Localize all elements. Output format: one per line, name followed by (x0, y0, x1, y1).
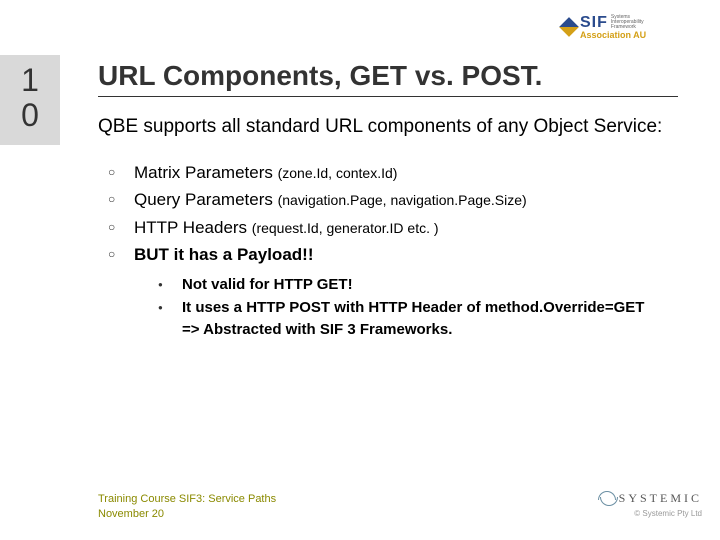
bullet-list: Matrix Parameters (zone.Id, contex.Id) Q… (108, 160, 688, 268)
slide-content: URL Components, GET vs. POST. QBE suppor… (98, 60, 688, 343)
systemic-logo-text: SYSTEMIC (619, 491, 702, 506)
slide-number-bottom: 0 (0, 98, 60, 133)
logo-sif-text: SIF (580, 15, 608, 31)
sif-logo: SIF Systems Interoperability Framework A… (562, 10, 702, 44)
systemic-logo: SYSTEMIC © Systemic Pty Ltd (598, 489, 702, 518)
title-rule (98, 96, 678, 97)
list-item: HTTP Headers (request.Id, generator.ID e… (108, 215, 688, 241)
copyright-text: © Systemic Pty Ltd (598, 509, 702, 518)
logo-association-text: Association AU (580, 31, 646, 40)
list-item: It uses a HTTP POST with HTTP Header of … (158, 297, 688, 341)
systemic-mark-icon (598, 489, 616, 507)
slide-number-top: 1 (0, 63, 60, 98)
slide-title: URL Components, GET vs. POST. (98, 60, 688, 92)
slide-subtitle: QBE supports all standard URL components… (98, 115, 688, 140)
list-item: Matrix Parameters (zone.Id, contex.Id) (108, 160, 688, 186)
list-item: Not valid for HTTP GET! (158, 274, 688, 296)
list-item: BUT it has a Payload!! (108, 242, 688, 268)
sub-bullet-list: Not valid for HTTP GET! It uses a HTTP P… (158, 274, 688, 341)
list-item: Query Parameters (navigation.Page, navig… (108, 187, 688, 213)
logo-diamond-icon (559, 17, 579, 37)
slide-number-badge: 1 0 (0, 55, 60, 145)
